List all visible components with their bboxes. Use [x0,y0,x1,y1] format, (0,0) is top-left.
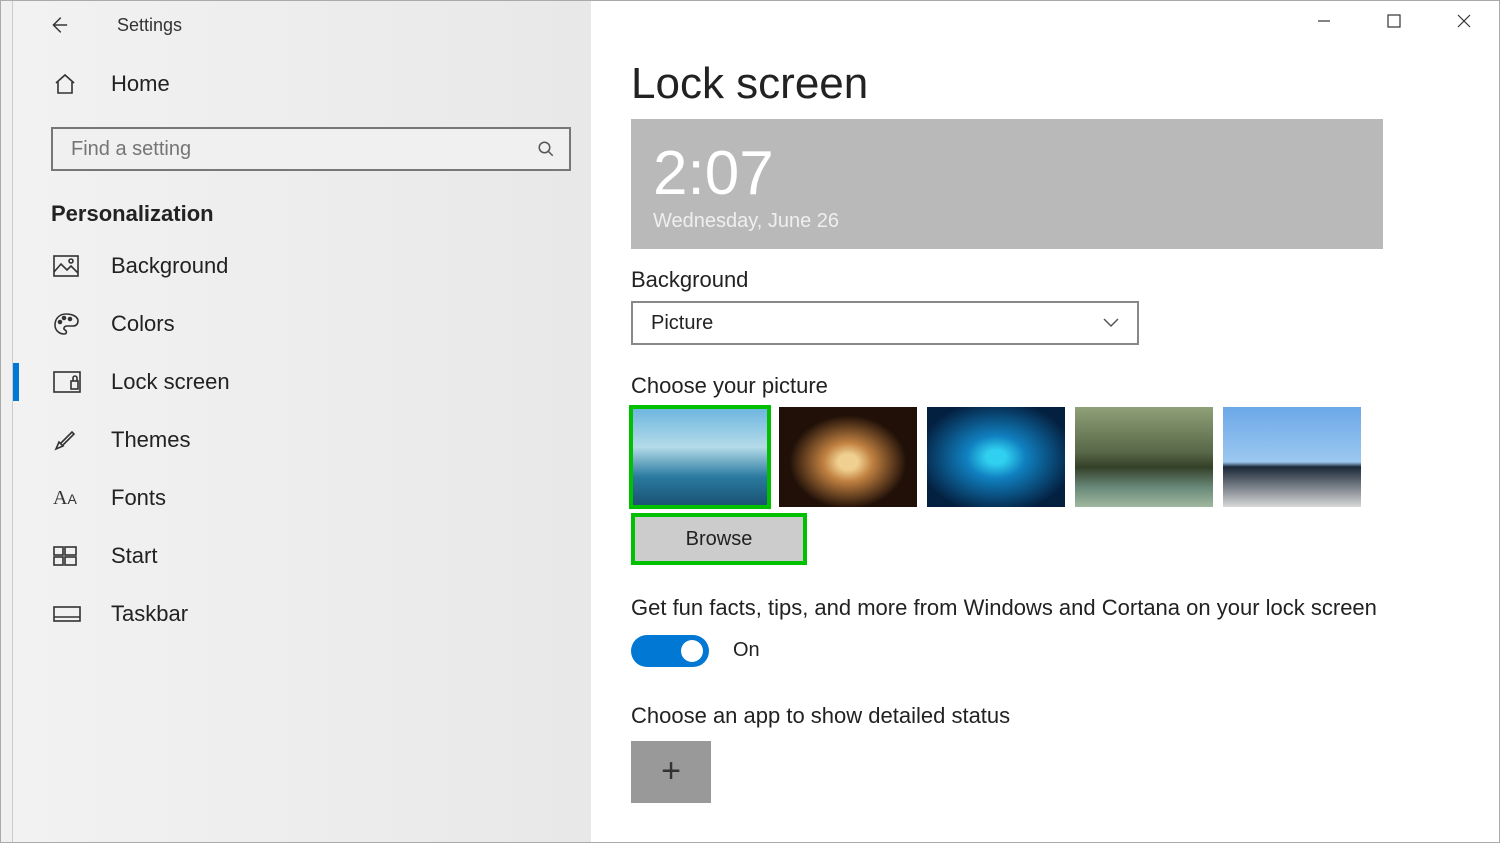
lockscreen-preview: 2:07 Wednesday, June 26 [631,119,1383,249]
home-icon [53,72,89,96]
brush-icon [53,428,89,452]
nav-start[interactable]: Start [13,527,591,585]
browse-button[interactable]: Browse [635,517,803,561]
close-button[interactable] [1429,1,1499,41]
preview-time: 2:07 [653,155,1383,192]
picture-thumb-4[interactable] [1075,407,1213,507]
nav-themes[interactable]: Themes [13,411,591,469]
chevron-down-icon [1103,318,1119,328]
nav-taskbar[interactable]: Taskbar [13,585,591,643]
tips-toggle[interactable] [631,635,709,667]
home-nav[interactable]: Home [13,49,591,119]
titlebar: Settings [13,1,591,49]
picture-thumb-3[interactable] [927,407,1065,507]
section-header: Personalization [13,171,591,237]
home-label: Home [111,71,170,97]
window-controls [1289,1,1499,41]
nav-label: Lock screen [111,369,230,395]
sidebar: Settings Home Personalization Background [13,1,591,842]
tips-label: Get fun facts, tips, and more from Windo… [631,593,1391,623]
toggle-state-label: On [733,639,760,662]
add-detailed-status-button[interactable]: + [631,741,711,803]
plus-icon: + [661,752,681,791]
fonts-icon: AA [53,487,89,510]
left-edge-sliver [1,1,13,842]
choose-picture-label: Choose your picture [631,373,1459,399]
nav-colors[interactable]: Colors [13,295,591,353]
picture-thumb-1[interactable] [631,407,769,507]
main-panel: Lock screen 2:07 Wednesday, June 26 Back… [591,1,1499,842]
page-title: Lock screen [631,59,1459,109]
background-label: Background [631,267,1459,293]
maximize-button[interactable] [1359,1,1429,41]
picture-thumb-2[interactable] [779,407,917,507]
minimize-button[interactable] [1289,1,1359,41]
palette-icon [53,312,89,336]
nav-label: Themes [111,427,190,453]
search-icon [537,140,555,158]
nav-background[interactable]: Background [13,237,591,295]
nav-label: Colors [111,311,175,337]
nav-label: Start [111,543,157,569]
lockscreen-icon [53,371,89,393]
background-dropdown[interactable]: Picture [631,301,1139,345]
nav-label: Fonts [111,485,166,511]
nav-label: Taskbar [111,601,188,627]
nav-lock-screen[interactable]: Lock screen [13,353,591,411]
dropdown-value: Picture [651,312,713,335]
preview-date: Wednesday, June 26 [653,210,1383,233]
back-arrow-icon[interactable] [47,14,69,36]
toggle-knob [681,640,703,662]
picture-icon [53,255,89,277]
taskbar-icon [53,606,89,622]
browse-highlight: Browse [631,513,807,565]
nav-fonts[interactable]: AA Fonts [13,469,591,527]
app-title: Settings [117,15,182,36]
search-input[interactable] [71,138,537,161]
picture-thumb-5[interactable] [1223,407,1361,507]
detailed-status-label: Choose an app to show detailed status [631,703,1459,729]
start-icon [53,546,89,566]
search-box[interactable] [51,127,571,171]
nav-label: Background [111,253,228,279]
picture-thumbnails [631,407,1459,507]
